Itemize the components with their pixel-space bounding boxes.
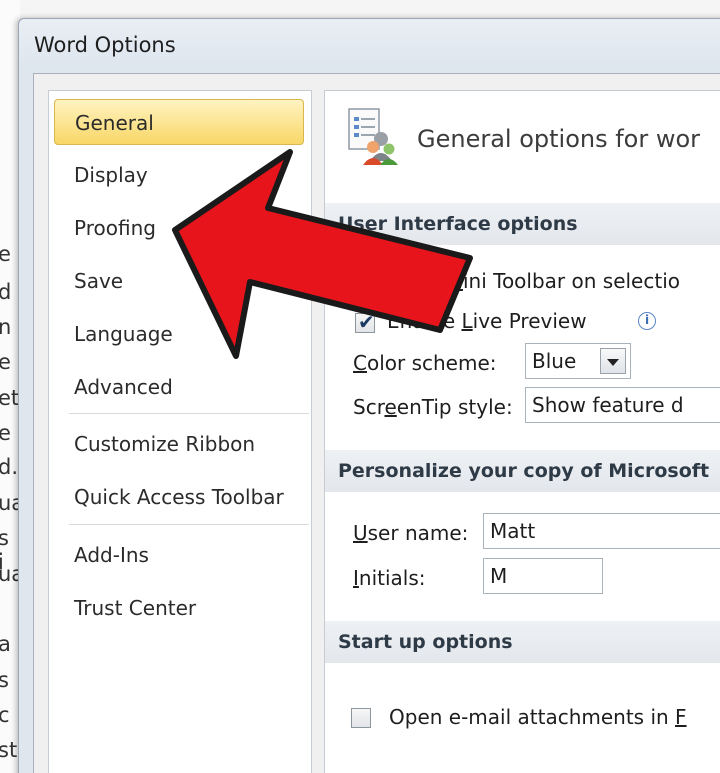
doc-fragment: ua (0, 491, 20, 515)
options-nav-panel: General Display Proofing Save Language A… (48, 90, 312, 773)
dialog-title: Word Options (34, 33, 176, 57)
doc-fragment: a (0, 632, 11, 656)
doc-fragment: n (0, 315, 12, 339)
nav-item-trust-center[interactable]: Trust Center (54, 585, 304, 631)
doc-fragment: s (0, 668, 9, 692)
nav-item-label: Quick Access Toolbar (74, 485, 284, 509)
screentip-style-dropdown[interactable]: Show feature d (525, 387, 720, 423)
username-input[interactable]: Matt (483, 513, 720, 549)
background-document: e d n e et e d. ua s i ua a s c st (0, 0, 20, 773)
screentip-style-value: Show feature d (532, 393, 684, 417)
live-preview-checkbox[interactable]: ✔ (355, 310, 375, 334)
nav-item-label: Add-Ins (74, 543, 149, 567)
nav-item-label: Proofing (74, 216, 156, 240)
dialog-client-area: General Display Proofing Save Language A… (33, 73, 720, 773)
screenshot-stage: e d n e et e d. ua s i ua a s c st Word … (0, 0, 720, 773)
doc-fragment: d (0, 280, 12, 304)
info-icon[interactable]: i (638, 312, 656, 330)
section-header-personalize: Personalize your copy of Microsoft (325, 450, 720, 492)
nav-item-language[interactable]: Language (54, 311, 304, 357)
doc-fragment: ua (0, 562, 20, 586)
initials-value: M (490, 564, 508, 588)
panel-header-title: General options for wor (417, 125, 701, 153)
doc-fragment: e (0, 350, 11, 374)
doc-fragment: c (0, 703, 10, 727)
nav-item-general[interactable]: General (54, 99, 304, 145)
initials-label: Initials: (353, 566, 426, 590)
color-scheme-value: Blue (532, 349, 577, 373)
chevron-down-icon (607, 359, 619, 366)
general-options-icon (348, 108, 398, 165)
section-header-startup: Start up options (325, 621, 720, 663)
doc-fragment: e (0, 421, 11, 445)
doc-fragment: d. (0, 455, 19, 479)
nav-separator (69, 413, 309, 414)
username-label: User name: (353, 521, 469, 545)
nav-item-advanced[interactable]: Advanced (54, 364, 304, 410)
nav-item-display[interactable]: Display (54, 152, 304, 198)
checkmark-icon: ✔ (358, 310, 375, 334)
general-options-panel: General options for wor User Interface o… (324, 90, 720, 773)
color-scheme-dropdown[interactable]: Blue (525, 343, 631, 379)
open-email-attachments-checkbox[interactable] (351, 708, 371, 728)
nav-item-label: Customize Ribbon (74, 432, 256, 456)
nav-item-label: General (75, 111, 154, 135)
username-value: Matt (490, 519, 536, 543)
dropdown-button[interactable] (600, 348, 626, 374)
nav-item-label: Advanced (74, 375, 173, 399)
section-header-ui-options: User Interface options (325, 203, 720, 245)
initials-input[interactable]: M (483, 558, 603, 594)
color-scheme-label: Color scheme: (353, 351, 497, 375)
nav-item-proofing[interactable]: Proofing (54, 205, 304, 251)
nav-item-label: Save (74, 269, 124, 293)
nav-separator (69, 524, 309, 525)
open-email-attachments-label: Open e-mail attachments in F (389, 705, 687, 729)
title-bar[interactable]: Word Options (19, 19, 720, 71)
word-options-dialog: Word Options General Display Proofing Sa… (18, 18, 720, 773)
nav-item-add-ins[interactable]: Add-Ins (54, 532, 304, 578)
doc-fragment: et (0, 386, 20, 410)
nav-item-label: Language (74, 322, 173, 346)
nav-item-label: Display (74, 163, 148, 187)
doc-fragment: st (0, 738, 18, 762)
doc-fragment: e (0, 242, 11, 266)
mini-toolbar-label: w Mini Toolbar on selectio (423, 269, 680, 293)
live-preview-label: Enable Live Preview (387, 309, 587, 333)
screentip-style-label: ScreenTip style: (353, 395, 513, 419)
nav-item-quick-access-toolbar[interactable]: Quick Access Toolbar (54, 474, 304, 520)
nav-item-customize-ribbon[interactable]: Customize Ribbon (54, 421, 304, 467)
nav-item-save[interactable]: Save (54, 258, 304, 304)
nav-item-label: Trust Center (74, 596, 197, 620)
